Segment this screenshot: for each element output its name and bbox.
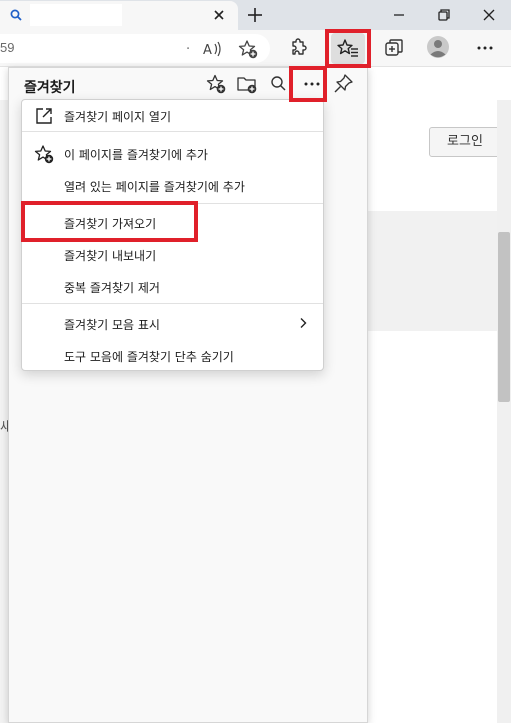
new-tab-icon[interactable]	[245, 5, 265, 25]
browser-tab[interactable]	[0, 1, 238, 30]
menu-item-remove-duplicates[interactable]: 중복 즐겨찾기 제거	[22, 271, 323, 302]
tab-title	[30, 4, 122, 26]
open-external-icon	[36, 108, 52, 124]
menu-item-export-favorites[interactable]: 즐겨찾기 내보내기	[22, 239, 323, 270]
add-to-favorites-icon[interactable]	[238, 39, 258, 59]
menu-item-import-favorites[interactable]: 즐겨찾기 가져오기	[22, 207, 323, 238]
address-bar[interactable]: 59 . A	[0, 34, 270, 63]
menu-item-label: 즐겨찾기 가져오기	[64, 217, 157, 231]
menu-separator	[22, 203, 323, 204]
menu-item-hide-favorites-button[interactable]: 도구 모음에 즐겨찾기 단추 숨기기	[22, 340, 323, 371]
menu-item-label: 열려 있는 페이지를 즐겨찾기에 추가	[64, 180, 245, 194]
favorites-list-icon	[337, 39, 358, 57]
read-aloud-icon[interactable]: A	[202, 40, 222, 58]
add-folder-icon[interactable]	[236, 73, 258, 95]
search-icon	[10, 9, 22, 21]
menu-separator	[22, 131, 323, 132]
favorites-title: 즐겨찾기	[24, 80, 76, 96]
add-page-to-favorites-icon[interactable]	[205, 73, 227, 95]
menu-item-label: 중복 즐겨찾기 제거	[64, 281, 160, 295]
url-dot: .	[186, 38, 191, 53]
favorites-button[interactable]	[331, 33, 365, 64]
menu-item-show-favorites-bar[interactable]: 즐겨찾기 모음 표시	[22, 308, 323, 339]
login-button[interactable]: 로그인	[429, 127, 501, 157]
profile-avatar-icon[interactable]	[426, 35, 450, 59]
menu-item-label: 즐겨찾기 모음 표시	[64, 318, 160, 332]
menu-item-label: 즐겨찾기 페이지 열기	[64, 110, 171, 124]
menu-item-add-open-pages[interactable]: 열려 있는 페이지를 즐겨찾기에 추가	[22, 170, 323, 201]
close-window-icon[interactable]	[480, 6, 498, 24]
settings-more-icon[interactable]	[474, 37, 496, 59]
browser-toolbar: 59 . A	[0, 30, 511, 67]
minimize-icon[interactable]	[390, 6, 408, 24]
search-favorites-icon[interactable]	[268, 73, 290, 95]
title-bar	[0, 0, 511, 30]
favorites-more-menu: 즐겨찾기 페이지 열기 이 페이지를 즐겨찾기에 추가 열려 있는 페이지를 즐…	[21, 99, 324, 371]
url-text: 59	[0, 40, 15, 55]
star-add-icon	[34, 145, 54, 164]
collections-icon[interactable]	[383, 37, 405, 59]
page-scrollbar-thumb[interactable]	[498, 232, 510, 402]
menu-item-label: 도구 모음에 즐겨찾기 단추 숨기기	[64, 350, 234, 364]
svg-text:A: A	[203, 43, 212, 58]
chevron-right-icon	[300, 318, 307, 328]
more-options-icon[interactable]	[300, 72, 324, 96]
close-tab-icon[interactable]	[212, 8, 226, 22]
pin-icon[interactable]	[332, 73, 354, 95]
menu-separator	[22, 303, 323, 304]
page-content-band	[368, 211, 497, 331]
menu-item-add-this-page[interactable]: 이 페이지를 즐겨찾기에 추가	[22, 138, 323, 169]
restore-icon[interactable]	[435, 6, 453, 24]
menu-item-label: 이 페이지를 즐겨찾기에 추가	[64, 148, 208, 162]
menu-item-label: 즐겨찾기 내보내기	[64, 249, 157, 263]
page-scrollbar[interactable]	[497, 100, 511, 723]
extensions-icon[interactable]	[287, 37, 309, 59]
menu-item-open-favorites-page[interactable]: 즐겨찾기 페이지 열기	[22, 100, 323, 131]
